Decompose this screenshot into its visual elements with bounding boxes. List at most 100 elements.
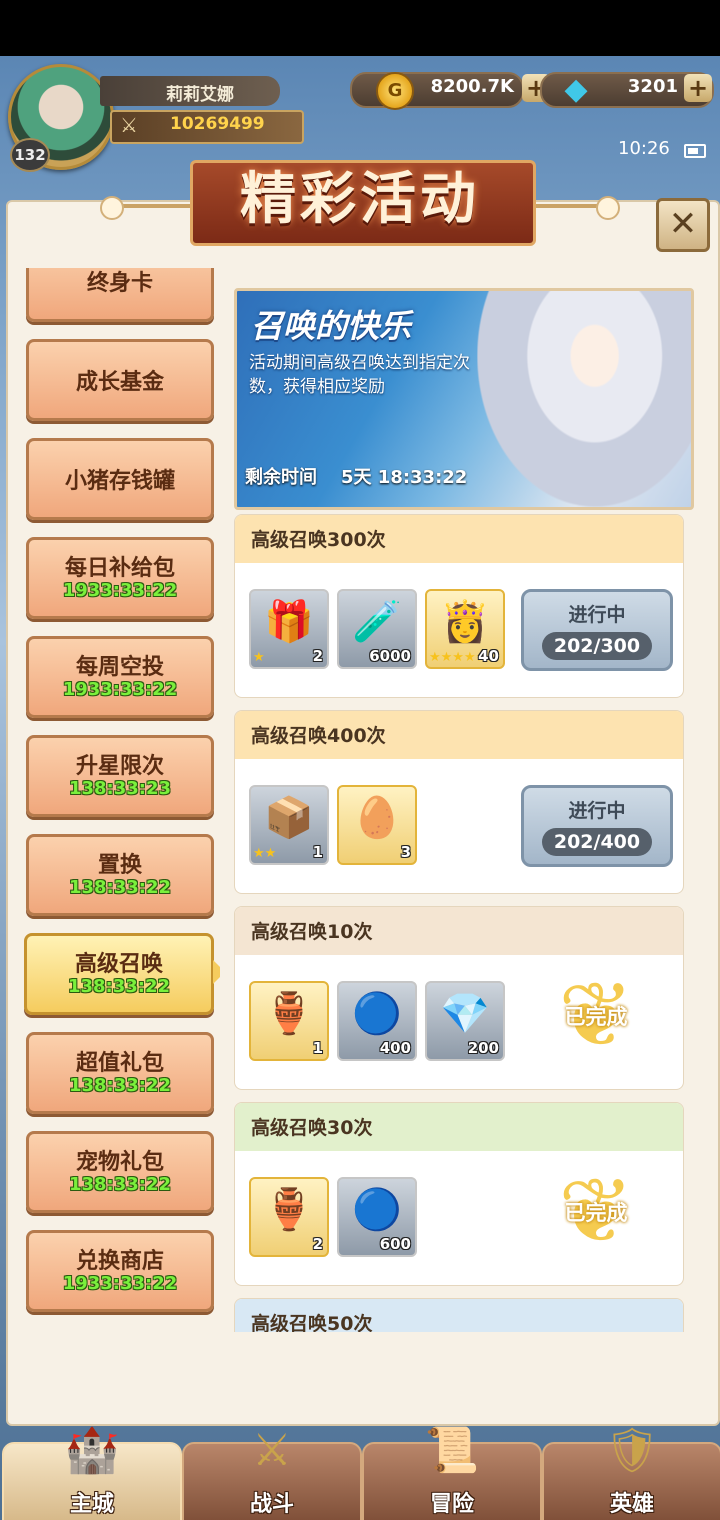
- reward-stars: ★★: [253, 846, 277, 861]
- reward-count: 2: [312, 647, 323, 665]
- crossed-swords-icon: ⚔: [252, 1425, 292, 1476]
- sidebar-item[interactable]: 置换 138:33:22: [26, 834, 214, 916]
- sidebar-item-label: 每周空投: [75, 655, 164, 680]
- nav-tab[interactable]: 📜 冒险: [362, 1426, 542, 1520]
- golden-egg-icon: 🥚: [352, 795, 402, 841]
- completed-label: 已完成: [564, 1005, 628, 1029]
- sidebar-item-label: 兑换商店: [75, 1249, 164, 1274]
- reward-item[interactable]: 🧪 6000: [337, 589, 417, 669]
- event-banner: 召唤的快乐 活动期间高级召唤达到指定次数，获得相应奖励 剩余时间 5天 18:3…: [234, 288, 694, 510]
- sidebar-item[interactable]: 终身卡: [26, 268, 214, 322]
- reward-stars: ★: [253, 650, 265, 665]
- reward-item[interactable]: 🔵 400: [337, 981, 417, 1061]
- map-scroll-icon: 📜: [424, 1425, 480, 1476]
- sidebar-item-timer: 1933:33:22: [62, 580, 178, 601]
- sidebar-item-timer: 138:33:22: [68, 1075, 172, 1096]
- reward-item[interactable]: 🏺 2: [249, 1177, 329, 1257]
- task-title: 高级召唤10次: [251, 921, 373, 943]
- task-card: 高级召唤400次 📦 ★★ 1 🥚 3 进行中 202/400: [234, 710, 684, 894]
- add-gem-button[interactable]: +: [684, 74, 712, 102]
- task-card: 高级召唤30次 🏺 2 🔵 600 ❦ 已完成: [234, 1102, 684, 1286]
- blue-orb-icon: 🔵: [352, 991, 402, 1037]
- reward-count: 40: [478, 647, 499, 665]
- activity-sidebar: 终身卡 成长基金 小猪存钱罐 每日补给包 1933:33:22 每周空投 1933:33:2…: [20, 268, 220, 1328]
- nav-tab[interactable]: 🏰 主城: [2, 1426, 182, 1520]
- potion-flask-icon: 🧪: [352, 599, 402, 645]
- gem-icon: ◆: [564, 72, 588, 107]
- castle-icon: 🏰: [64, 1425, 120, 1476]
- gold-coin-icon: G: [376, 72, 414, 110]
- hero-portrait-icon: 👸: [440, 599, 490, 645]
- reward-count: 1: [312, 843, 323, 861]
- sidebar-item-label: 每日补给包: [64, 556, 175, 581]
- nav-tab[interactable]: 🛡 英雄: [542, 1426, 720, 1520]
- sidebar-item[interactable]: 兑换商店 1933:33:22: [26, 1230, 214, 1312]
- sidebar-item[interactable]: 每日补给包 1933:33:22: [26, 537, 214, 619]
- close-button[interactable]: ✕: [656, 198, 710, 252]
- sidebar-item[interactable]: 升星限次 138:33:23: [26, 735, 214, 817]
- reward-count: 600: [379, 1235, 411, 1253]
- banner-time-value: 5天 18:33:22: [341, 467, 468, 488]
- task-title: 高级召唤300次: [251, 529, 386, 551]
- battery-icon: [684, 144, 706, 158]
- in-progress-button[interactable]: 进行中 202/400: [521, 785, 673, 867]
- sidebar-item-timer: 138:33:22: [68, 877, 172, 898]
- task-title: 高级召唤50次: [251, 1313, 373, 1332]
- sidebar-item[interactable]: 宠物礼包 138:33:22: [26, 1131, 214, 1213]
- reward-count: 3: [400, 843, 411, 861]
- blue-vase-icon: 🏺: [264, 1187, 314, 1233]
- nav-tab-label: 战斗: [249, 1492, 294, 1517]
- reward-item[interactable]: 👸 ★★★★★ 40: [425, 589, 505, 669]
- reward-item[interactable]: 📦 ★★ 1: [249, 785, 329, 865]
- sidebar-item-label: 终身卡: [86, 271, 153, 296]
- diamond-icon: 💎: [440, 991, 490, 1037]
- sidebar-item-timer: 1933:33:22: [62, 679, 178, 700]
- progress-status: 进行中: [568, 604, 626, 626]
- sidebar-item[interactable]: 小猪存钱罐: [26, 438, 214, 520]
- sidebar-item[interactable]: 高级召唤 138:33:22: [24, 933, 220, 1015]
- nav-tab-label: 英雄: [609, 1492, 654, 1517]
- reward-count: 2: [312, 1235, 323, 1253]
- task-list[interactable]: 高级召唤300次 🎁 ★ 2 🧪 6000 👸 ★★★★★ 40 进行中 202/300 高级召唤40…: [234, 514, 684, 1332]
- clock: 10:26: [618, 138, 670, 159]
- sidebar-item-label: 置换: [97, 853, 142, 878]
- blue-vase-icon: 🏺: [264, 991, 314, 1037]
- reward-item[interactable]: 🎁 ★ 2: [249, 589, 329, 669]
- player-name: 莉莉艾娜: [166, 85, 234, 105]
- reward-item[interactable]: 🏺 1: [249, 981, 329, 1061]
- reward-item[interactable]: 🔵 600: [337, 1177, 417, 1257]
- sidebar-item-label: 小猪存钱罐: [64, 469, 175, 494]
- player-power: 10269499: [170, 114, 265, 134]
- banner-description: 活动期间高级召唤达到指定次数，获得相应奖励: [249, 353, 470, 397]
- task-card: 高级召唤10次 🏺 1 🔵 400 💎 200 ❦ 已完成: [234, 906, 684, 1090]
- sidebar-item[interactable]: 成长基金: [26, 339, 214, 421]
- progress-status: 进行中: [568, 800, 626, 822]
- decor-bead-icon: [596, 196, 620, 220]
- sidebar-item-label: 升星限次: [75, 754, 164, 779]
- sidebar-item-timer: 138:33:23: [68, 778, 172, 799]
- in-progress-button[interactable]: 进行中 202/300: [521, 589, 673, 671]
- sidebar-item[interactable]: 每周空投 1933:33:22: [26, 636, 214, 718]
- task-title: 高级召唤30次: [251, 1117, 373, 1139]
- sidebar-item-timer: 138:33:22: [68, 1174, 172, 1195]
- sidebar-item-timer: 138:33:22: [67, 976, 171, 997]
- task-card: 高级召唤300次 🎁 ★ 2 🧪 6000 👸 ★★★★★ 40 进行中 202/300: [234, 514, 684, 698]
- progress-count: 202/400: [542, 828, 652, 856]
- silver-chest-icon: 📦: [264, 795, 314, 841]
- task-card: 高级召唤50次: [234, 1298, 684, 1332]
- reward-count: 6000: [369, 647, 411, 665]
- sidebar-item-label: 宠物礼包: [75, 1150, 164, 1175]
- banner-title: 召唤的快乐: [251, 307, 412, 345]
- reward-count: 400: [379, 1039, 411, 1057]
- completed-badge: ❦ 已完成: [541, 971, 651, 1067]
- reward-item[interactable]: 🥚 3: [337, 785, 417, 865]
- sidebar-item-label: 超值礼包: [75, 1051, 164, 1076]
- banner-character-art: [477, 291, 691, 507]
- treasure-chest-icon: 🎁: [264, 599, 314, 645]
- reward-item[interactable]: 💎 200: [425, 981, 505, 1061]
- bottom-nav: 🏰 主城 ⚔ 战斗 📜 冒险 🛡 英雄: [0, 1426, 720, 1520]
- sidebar-item[interactable]: 超值礼包 138:33:22: [26, 1032, 214, 1114]
- nav-tab[interactable]: ⚔ 战斗: [182, 1426, 362, 1520]
- decor-bead-icon: [100, 196, 124, 220]
- page-title: 精彩活动: [240, 167, 480, 232]
